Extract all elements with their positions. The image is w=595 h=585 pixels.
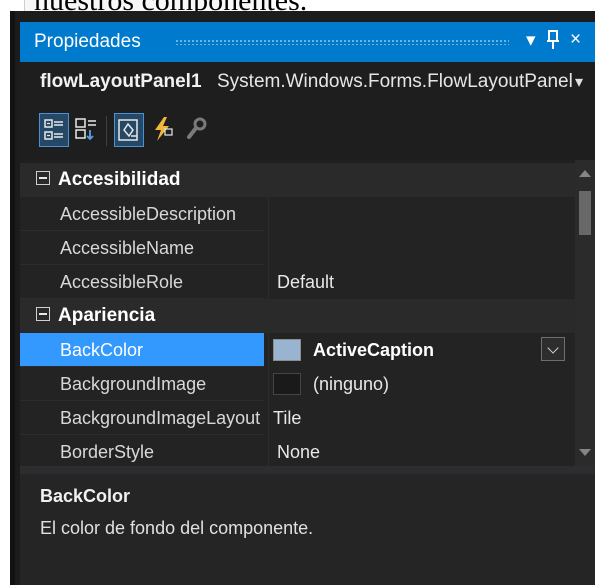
description-text: El color de fondo del componente.	[40, 518, 314, 538]
property-value-field[interactable]: Default	[268, 265, 575, 300]
property-value: (ninguno)	[313, 374, 390, 394]
property-row-borderstyle[interactable]: BorderStyle None	[20, 435, 575, 470]
description-pane: BackColor El color de fondo del componen…	[20, 474, 595, 585]
category-accesibilidad[interactable]: Accesibilidad	[20, 163, 575, 197]
toolbar-separator	[106, 116, 107, 146]
alphabetical-icon	[75, 118, 96, 141]
property-pages-wrench-icon	[187, 117, 207, 139]
properties-icon	[118, 119, 138, 141]
property-name: BorderStyle	[20, 435, 264, 469]
collapse-icon[interactable]	[36, 307, 50, 321]
scrollbar-thumb[interactable]	[579, 191, 591, 235]
categorized-button[interactable]	[39, 113, 69, 147]
collapse-icon[interactable]	[36, 171, 50, 185]
pin-icon[interactable]	[546, 29, 560, 56]
property-row-backgroundimagelayout[interactable]: BackgroundImageLayout Tile	[20, 401, 575, 436]
properties-titlebar[interactable]: Propiedades ▾ ×	[20, 22, 595, 62]
property-value: Default	[277, 272, 335, 292]
properties-button[interactable]	[114, 113, 144, 147]
category-apariencia[interactable]: Apariencia	[20, 299, 575, 333]
property-name: BackgroundImage	[20, 367, 264, 401]
property-value-field[interactable]: (ninguno)	[268, 367, 575, 402]
events-lightning-icon	[155, 117, 173, 141]
window-menu-button[interactable]: ▾	[526, 29, 536, 52]
object-name: flowLayoutPanel1	[40, 71, 202, 92]
category-label: Accesibilidad	[58, 169, 181, 190]
close-button[interactable]: ×	[570, 29, 581, 51]
categorized-icon	[44, 119, 63, 140]
color-swatch	[273, 339, 301, 361]
property-name: BackColor	[20, 333, 264, 367]
property-value: ActiveCaption	[313, 340, 435, 360]
property-value-field[interactable]: None	[268, 435, 575, 470]
property-row-backgroundimage[interactable]: BackgroundImage (ninguno)	[20, 367, 575, 402]
property-name: AccessibleName	[20, 231, 264, 265]
object-selector[interactable]: flowLayoutPanel1 System.Windows.Forms.Fl…	[20, 62, 595, 104]
property-value-field[interactable]	[268, 197, 575, 232]
events-button[interactable]	[148, 113, 178, 147]
property-value: None	[277, 442, 321, 462]
property-pages-button[interactable]	[182, 113, 212, 147]
panel-title: Propiedades	[34, 31, 141, 52]
properties-toolbar	[20, 104, 595, 160]
vertical-scrollbar[interactable]	[575, 160, 595, 466]
property-row-backcolor[interactable]: BackColor ActiveCaption	[20, 333, 575, 368]
property-name: AccessibleRole	[20, 265, 264, 299]
chevron-down-icon[interactable]: ▾	[575, 72, 583, 92]
category-label: Apariencia	[58, 305, 156, 326]
titlebar-grip	[175, 39, 509, 45]
image-preview-swatch	[273, 373, 301, 395]
property-value-field[interactable]: Tile	[268, 401, 575, 436]
property-row-accessiblerole[interactable]: AccessibleRole Default	[20, 265, 575, 300]
property-value: Tile	[273, 408, 302, 428]
property-grid: Accesibilidad AccessibleDescription Acce…	[20, 160, 595, 470]
value-dropdown-button[interactable]	[541, 337, 565, 361]
property-row-accessibledescription[interactable]: AccessibleDescription	[20, 197, 575, 232]
property-value-field[interactable]: ActiveCaption	[268, 333, 575, 368]
scroll-down-icon[interactable]	[579, 449, 591, 456]
description-title: BackColor	[40, 486, 131, 506]
alphabetical-button[interactable]	[72, 113, 102, 147]
property-row-accessiblename[interactable]: AccessibleName	[20, 231, 575, 266]
property-value-field[interactable]	[268, 231, 575, 266]
property-name: BackgroundImageLayout	[20, 401, 264, 435]
description-splitter[interactable]	[20, 466, 595, 474]
property-name: AccessibleDescription	[20, 197, 264, 231]
scroll-up-icon[interactable]	[579, 170, 591, 177]
object-type: System.Windows.Forms.FlowLayoutPanel	[217, 71, 573, 92]
